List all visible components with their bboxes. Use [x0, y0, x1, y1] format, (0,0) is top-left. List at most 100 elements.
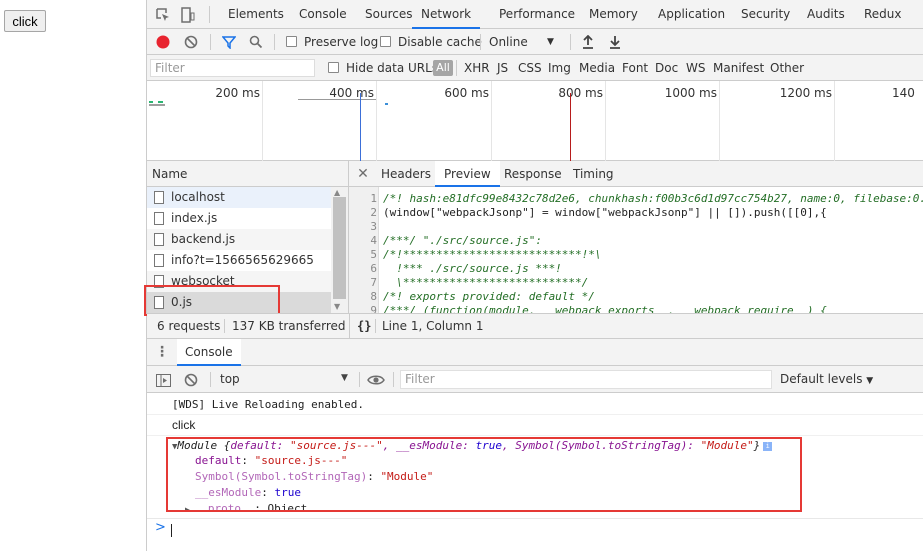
tab-sources[interactable]: Sources: [365, 0, 412, 29]
cursor-position: Line 1, Column 1: [382, 319, 484, 333]
line-number: 3: [370, 220, 377, 233]
tab-security[interactable]: Security: [741, 0, 790, 29]
close-icon[interactable]: ✕: [355, 166, 371, 182]
sidebar-toggle-icon[interactable]: [155, 372, 171, 388]
preserve-log-label: Preserve log: [304, 35, 379, 49]
toolbar-separator: [480, 34, 481, 50]
time-label: 600 ms: [444, 86, 489, 100]
context-select[interactable]: top ▼: [215, 368, 355, 390]
highlight-box: [144, 285, 280, 316]
record-icon[interactable]: [155, 34, 171, 50]
code-line: \***************************/: [383, 276, 589, 289]
tab-elements[interactable]: Elements: [228, 0, 284, 29]
time-label: 400 ms: [329, 86, 374, 100]
tab-redux[interactable]: Redux: [864, 0, 902, 29]
code-preview[interactable]: 1 2 3 4 5 6 7 8 9 /*! hash:e81dfc99e8432…: [349, 187, 923, 313]
hide-data-urls-label: Hide data URLs: [346, 61, 439, 75]
name-column-header[interactable]: Name: [147, 161, 349, 187]
console-toolbar: top ▼ Filter Default levels ▼: [147, 366, 923, 393]
filter-type-font[interactable]: Font: [622, 55, 648, 81]
click-button[interactable]: click: [4, 10, 46, 32]
devtools-tabbar: Elements Console Sources Network Perform…: [147, 0, 923, 29]
filter-type-manifest[interactable]: Manifest: [713, 55, 764, 81]
code-line: /*!***************************!*\: [383, 248, 602, 261]
disable-cache-checkbox[interactable]: [380, 36, 391, 47]
log-levels-value: Default levels: [780, 372, 863, 386]
overview-selection-bar: [298, 99, 376, 100]
throttling-select[interactable]: Online ▼: [489, 29, 561, 55]
hide-data-urls-checkbox[interactable]: [328, 62, 339, 73]
filter-type-img[interactable]: Img: [548, 55, 571, 81]
pretty-print-icon[interactable]: {}: [357, 314, 371, 338]
request-row[interactable]: backend.js: [147, 229, 331, 250]
toolbar-separator: [359, 372, 360, 387]
filter-separator: [456, 60, 457, 76]
context-value: top: [220, 372, 240, 386]
request-bar: [149, 104, 165, 106]
load-event-line: [570, 93, 571, 161]
clear-icon[interactable]: [183, 34, 199, 50]
console-input-caret[interactable]: [171, 524, 172, 537]
search-icon[interactable]: [248, 34, 264, 50]
line-number: 1: [370, 192, 377, 205]
tab-timing[interactable]: Timing: [573, 161, 614, 187]
request-row[interactable]: localhost: [147, 187, 331, 208]
tab-separator: [209, 6, 210, 23]
filter-type-media[interactable]: Media: [579, 55, 615, 81]
prompt-icon: >: [155, 520, 166, 535]
status-separator: [349, 314, 350, 338]
filter-type-all[interactable]: All: [433, 60, 453, 76]
scroll-up-icon[interactable]: ▲: [334, 188, 340, 197]
tab-memory[interactable]: Memory: [589, 0, 638, 29]
inspect-element-icon[interactable]: [155, 7, 171, 23]
filter-type-xhr[interactable]: XHR: [464, 55, 490, 81]
filter-icon[interactable]: [221, 34, 237, 50]
tab-application[interactable]: Application: [658, 0, 725, 29]
disable-cache-label: Disable cache: [398, 35, 482, 49]
filter-type-ws[interactable]: WS: [686, 55, 705, 81]
timeline-overview[interactable]: 200 ms 400 ms 600 ms 800 ms 1000 ms 1200…: [147, 81, 923, 161]
dom-content-loaded-line: [360, 93, 361, 161]
preserve-log-checkbox[interactable]: [286, 36, 297, 47]
filter-type-doc[interactable]: Doc: [655, 55, 678, 81]
line-number: 9: [370, 304, 377, 313]
page: click Elements Console Sources Network P…: [0, 0, 923, 551]
drawer-tab-console[interactable]: Console: [177, 339, 241, 366]
log-levels-select[interactable]: Default levels ▼: [780, 372, 873, 386]
status-bar: 6 requests 137 KB transferred {} Line 1,…: [147, 313, 923, 339]
detail-tabbar: ✕ Headers Preview Response Timing: [349, 161, 923, 187]
filter-type-other[interactable]: Other: [770, 55, 804, 81]
tab-performance[interactable]: Performance: [499, 0, 575, 29]
tab-audits[interactable]: Audits: [807, 0, 845, 29]
code-line: /***/ "./src/source.js":: [383, 234, 542, 247]
code-line: /*! hash:e81dfc99e8432c78d2e6, chunkhash…: [383, 192, 923, 205]
request-row[interactable]: info?t=1566565629665: [147, 250, 331, 271]
tab-headers[interactable]: Headers: [381, 161, 431, 187]
import-har-icon[interactable]: [580, 34, 596, 50]
console-filter-input[interactable]: Filter: [400, 370, 772, 389]
scroll-down-icon[interactable]: ▼: [334, 302, 340, 311]
time-label: 1200 ms: [779, 86, 832, 100]
toolbar-separator: [570, 34, 571, 50]
chevron-down-icon: ▼: [341, 373, 348, 383]
tab-console[interactable]: Console: [299, 0, 347, 29]
console-message-row: [147, 415, 923, 436]
toolbar-separator: [210, 34, 211, 50]
filter-type-css[interactable]: CSS: [518, 55, 542, 81]
scrollbar-thumb[interactable]: [333, 197, 346, 299]
eye-icon[interactable]: [367, 372, 385, 388]
request-name: backend.js: [171, 232, 236, 246]
request-row[interactable]: index.js: [147, 208, 331, 229]
tab-network[interactable]: Network: [412, 0, 481, 29]
tab-response[interactable]: Response: [504, 161, 562, 187]
file-icon: [154, 233, 164, 246]
clear-console-icon[interactable]: [183, 372, 199, 388]
filter-input[interactable]: Filter: [150, 59, 315, 77]
request-bar: [158, 101, 163, 103]
device-toolbar-icon[interactable]: [180, 7, 196, 23]
more-icon[interactable]: ⋮: [155, 344, 169, 360]
export-har-icon[interactable]: [607, 34, 623, 50]
tab-preview[interactable]: Preview: [435, 161, 500, 187]
throttling-value: Online: [489, 35, 528, 49]
filter-type-js[interactable]: JS: [497, 55, 508, 81]
